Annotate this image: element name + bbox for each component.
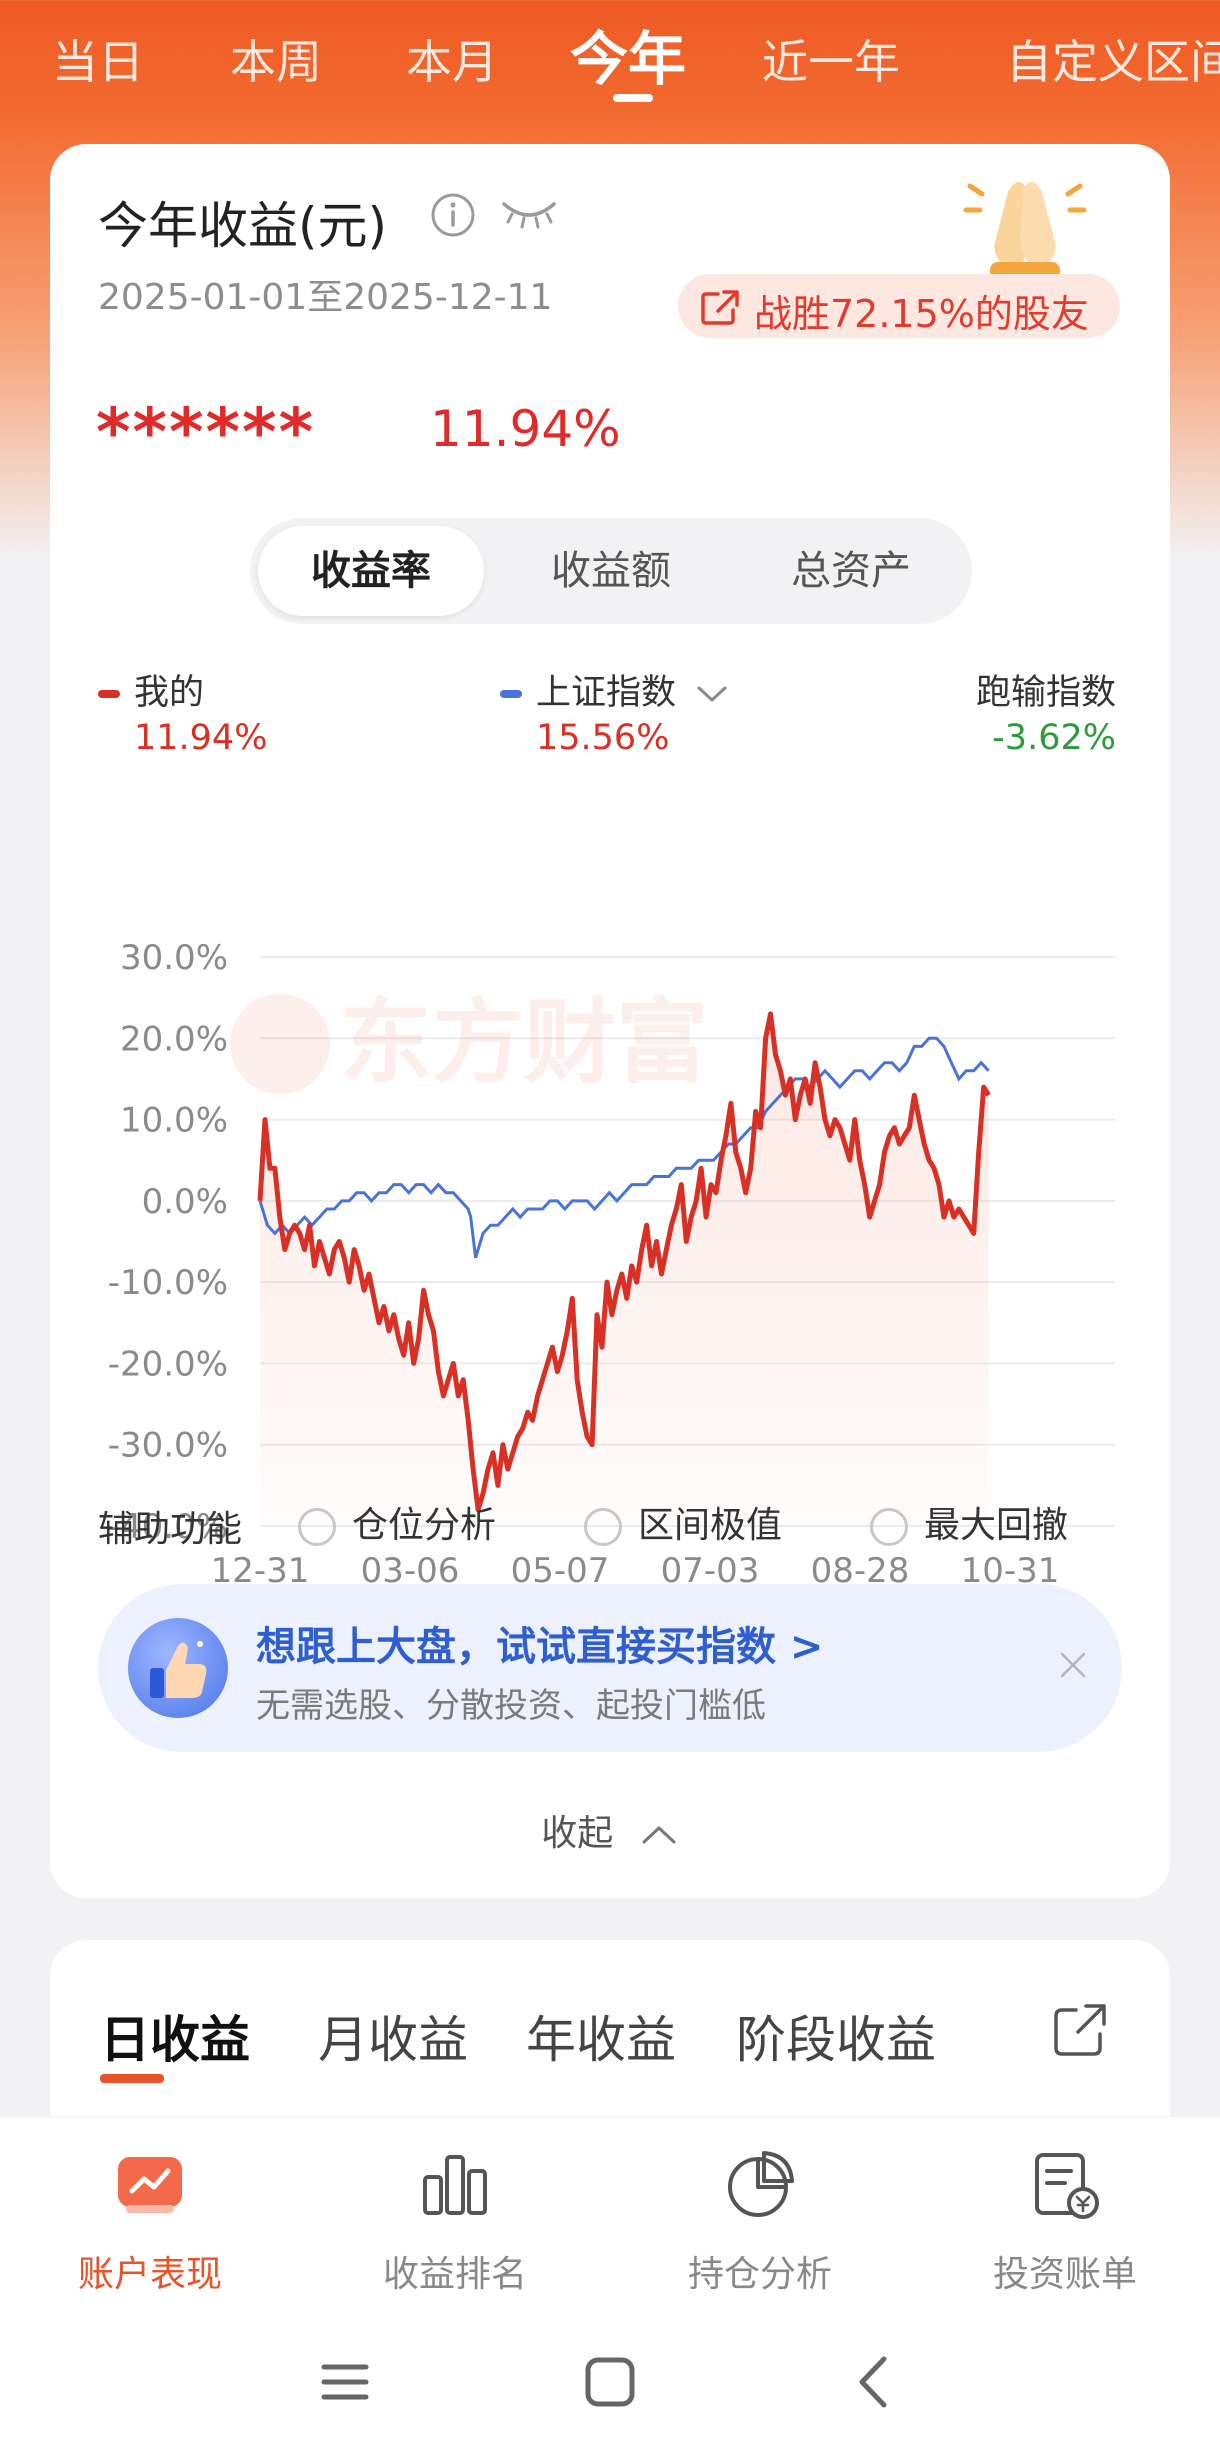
- y-tick-label: 10.0%: [120, 1101, 228, 1141]
- promo-subtitle: 无需选股、分散投资、起投门槛低: [256, 1686, 766, 1726]
- aux-option-label: 仓位分析: [352, 1505, 497, 1546]
- segment-total-assets[interactable]: 总资产: [738, 526, 964, 616]
- aux-position-analysis[interactable]: 仓位分析: [298, 1496, 496, 1548]
- thumbs-up-icon: [128, 1618, 228, 1718]
- tab-custom-range[interactable]: 自定义区间: [1006, 26, 1220, 92]
- beat-text: 战胜72.15%的股友: [754, 292, 1089, 336]
- tab-daily-income[interactable]: 日收益: [100, 2000, 250, 2072]
- page-title: 今年收益(元): [98, 197, 388, 255]
- period-tabs: 当日 本周 本月 今年 近一年 自定义区间: [0, 0, 1220, 120]
- chevron-up-icon: [642, 1826, 676, 1844]
- menu-icon[interactable]: [310, 2347, 380, 2417]
- radio-icon: [870, 1508, 908, 1546]
- eye-closed-icon[interactable]: [500, 196, 558, 230]
- aux-range-extremes[interactable]: 区间极值: [584, 1496, 782, 1548]
- segment-return-amount[interactable]: 收益额: [498, 526, 724, 616]
- beat-share-badge[interactable]: 战胜72.15%的股友: [678, 274, 1120, 338]
- return-percent: 11.94%: [430, 400, 621, 458]
- legend-mine-swatch: [98, 690, 120, 698]
- tab-today[interactable]: 当日: [52, 26, 144, 92]
- performance-card: 今年收益(元) 2025-01-01至2025-12-11 战胜72.15%的股…: [50, 144, 1170, 1898]
- y-tick-label: -10.0%: [108, 1263, 228, 1303]
- nav-label: 投资账单: [992, 2254, 1137, 2295]
- legend-mine-value: 11.94%: [134, 718, 268, 758]
- promo-title: 想跟上大盘，试试直接买指数 >: [256, 1624, 824, 1670]
- chevron-down-icon: [697, 686, 727, 702]
- share-icon[interactable]: [1050, 2000, 1110, 2060]
- index-promo-banner[interactable]: 想跟上大盘，试试直接买指数 > 无需选股、分散投资、起投门槛低: [98, 1584, 1122, 1752]
- tab-stage-income[interactable]: 阶段收益: [736, 2000, 936, 2072]
- tab-last-year[interactable]: 近一年: [762, 26, 900, 92]
- tab-monthly-income[interactable]: 月收益: [318, 2000, 468, 2072]
- metric-segmented-control: 收益率 收益额 总资产: [250, 518, 972, 624]
- segment-return-rate[interactable]: 收益率: [258, 526, 484, 616]
- aux-option-label: 最大回撤: [924, 1505, 1069, 1546]
- y-tick-label: -20.0%: [108, 1344, 228, 1384]
- legend-mine-label: 我的: [134, 673, 205, 713]
- legend-diff-label: 跑输指数: [975, 673, 1116, 713]
- aux-max-drawdown[interactable]: 最大回撤: [870, 1496, 1068, 1548]
- legend-index-value: 15.56%: [536, 718, 670, 758]
- share-icon: [701, 290, 739, 325]
- legend-index-label: 上证指数: [536, 673, 677, 713]
- y-tick-label: 0.0%: [142, 1182, 228, 1222]
- radio-icon: [584, 1508, 622, 1546]
- collapse-button[interactable]: 收起: [50, 1804, 1170, 1856]
- nav-account-performance[interactable]: 账户表现: [0, 2147, 300, 2297]
- bottom-nav: 账户表现 收益排名 持仓分析 投资账单: [0, 2116, 1220, 2449]
- legend-mine: 我的: [98, 664, 204, 715]
- tab-this-week[interactable]: 本周: [230, 26, 322, 92]
- radio-icon: [298, 1508, 336, 1546]
- y-tick-label: 30.0%: [120, 938, 228, 978]
- pie-chart-icon: [728, 2151, 794, 2217]
- bar-chart-icon: [423, 2155, 487, 2215]
- nav-label: 账户表现: [77, 2254, 222, 2295]
- aux-option-label: 区间极值: [638, 1505, 783, 1546]
- home-icon[interactable]: [575, 2347, 645, 2417]
- aux-label: 辅助功能: [98, 1509, 243, 1550]
- clap-hands-icon: [963, 181, 1087, 280]
- nav-holdings-analysis[interactable]: 持仓分析: [610, 2147, 910, 2297]
- collapse-label: 收起: [541, 1813, 614, 1854]
- trend-icon: [118, 2157, 182, 2213]
- nav-return-ranking[interactable]: 收益排名: [305, 2147, 605, 2297]
- date-range: 2025-01-01至2025-12-11: [98, 277, 553, 318]
- tab-this-year[interactable]: 今年: [570, 12, 686, 96]
- y-tick-label: 20.0%: [120, 1019, 228, 1059]
- watermark-text: 东方财富: [340, 989, 708, 1096]
- chart-y-ticks: 30.0%20.0%10.0%0.0%-10.0%-20.0%-30.0%-40…: [108, 938, 228, 1547]
- income-tab-indicator: [100, 2074, 164, 2083]
- close-icon[interactable]: [1058, 1650, 1088, 1680]
- bill-icon: [1035, 2153, 1099, 2219]
- y-tick-label: -30.0%: [108, 1426, 228, 1466]
- income-card: 日收益 月收益 年收益 阶段收益: [50, 1940, 1170, 2140]
- tab-yearly-income[interactable]: 年收益: [526, 2000, 676, 2072]
- legend-diff-value: -3.62%: [992, 718, 1116, 758]
- system-nav-bar: [0, 2317, 1220, 2449]
- nav-investment-bill[interactable]: 投资账单: [915, 2147, 1215, 2297]
- legend-index-swatch: [500, 690, 522, 698]
- nav-label: 持仓分析: [687, 2254, 832, 2295]
- info-icon[interactable]: [430, 192, 476, 238]
- tab-this-month[interactable]: 本月: [406, 26, 498, 92]
- back-icon[interactable]: [840, 2347, 910, 2417]
- nav-label: 收益排名: [382, 2254, 527, 2295]
- active-tab-indicator: [613, 94, 653, 102]
- watermark: 东方财富: [230, 989, 708, 1096]
- masked-amount: ******: [96, 394, 316, 471]
- returns-line-chart[interactable]: 30.0%20.0%10.0%0.0%-10.0%-20.0%-30.0%-40…: [50, 774, 1170, 1614]
- legend-index[interactable]: 上证指数: [500, 664, 729, 715]
